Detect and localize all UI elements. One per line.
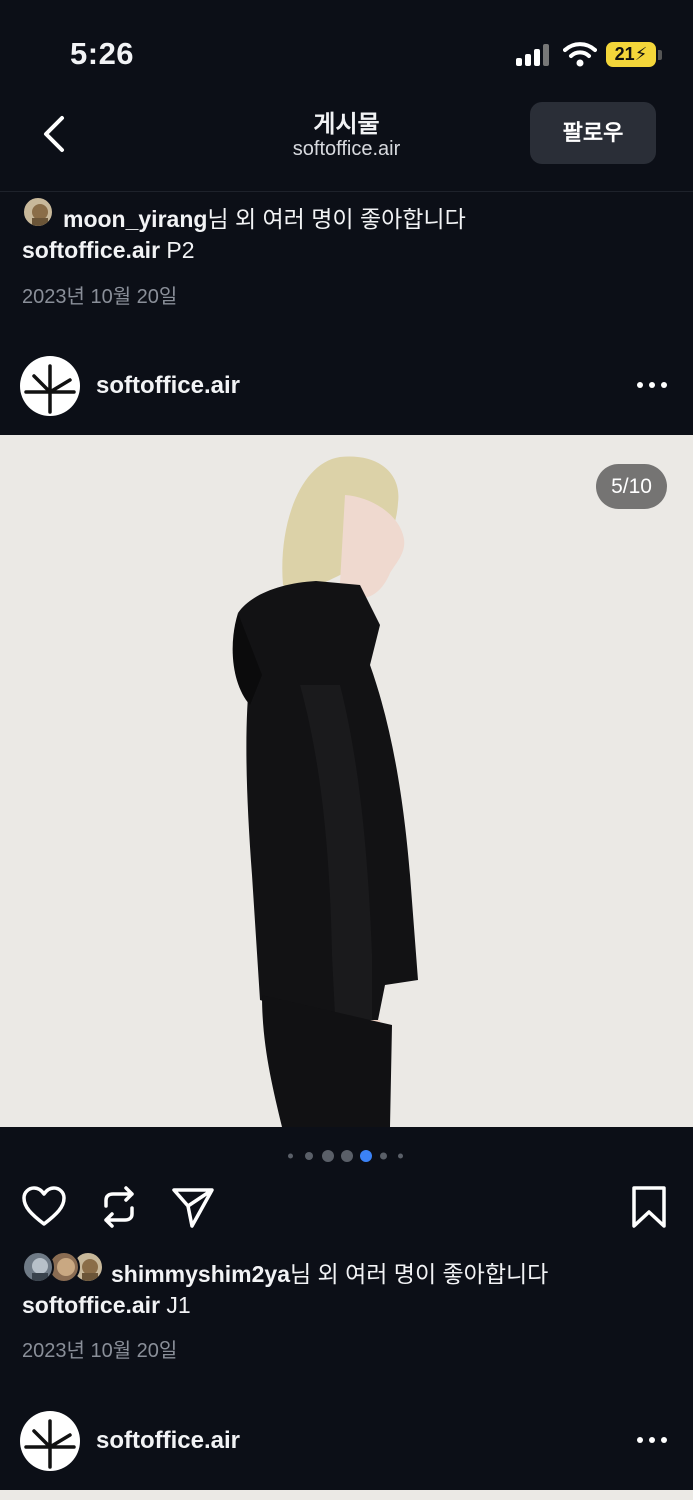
profile-avatar[interactable] — [20, 356, 80, 416]
carousel-counter: 5/10 — [596, 464, 667, 509]
send-icon[interactable] — [170, 1184, 216, 1230]
battery-level: 21 — [614, 44, 635, 64]
carousel-dot-active — [360, 1150, 372, 1162]
more-horizontal-icon[interactable] — [632, 372, 672, 398]
post-caption: softoffice.air J1 — [22, 1292, 191, 1319]
brand-logo-icon — [21, 357, 79, 415]
status-time: 5:26 — [70, 36, 135, 71]
caption-username[interactable]: softoffice.air — [22, 1292, 160, 1318]
status-bar: 5:26 21⚡ — [0, 0, 693, 100]
post-username[interactable]: softoffice.air — [96, 1427, 240, 1455]
avatar[interactable] — [22, 1251, 54, 1283]
carousel-dot — [341, 1150, 353, 1162]
brand-logo-icon — [21, 1412, 79, 1470]
post-actions — [0, 1180, 693, 1232]
caption-text: J1 — [160, 1292, 191, 1318]
follow-button[interactable]: 팔로우 — [530, 102, 656, 164]
more-horizontal-icon[interactable] — [632, 1427, 672, 1453]
charging-bolt-icon: ⚡ — [634, 44, 648, 64]
carousel-dot — [380, 1152, 387, 1160]
bookmark-icon[interactable] — [626, 1184, 672, 1230]
repost-icon[interactable] — [96, 1184, 142, 1230]
next-post-image[interactable] — [0, 1490, 693, 1500]
battery-tip — [658, 50, 662, 60]
caption-text: P2 — [160, 237, 195, 263]
model-photo — [0, 435, 693, 1127]
liked-suffix: 님 외 여러 명이 좋아합니다 — [289, 1261, 549, 1287]
post-header: softoffice.air — [0, 346, 693, 426]
post-header: softoffice.air — [0, 1401, 693, 1481]
post-username[interactable]: softoffice.air — [96, 372, 240, 400]
carousel-dot — [398, 1153, 403, 1159]
liked-by-username[interactable]: shimmyshim2ya — [111, 1261, 290, 1287]
carousel-dot — [305, 1152, 313, 1160]
wifi-icon — [563, 42, 597, 67]
likes-summary: moon_yirang님 외 여러 명이 좋아합니다 — [63, 200, 466, 234]
post-date: 2023년 10월 20일 — [22, 286, 178, 308]
avatar[interactable] — [22, 196, 54, 228]
post-caption: softoffice.air P2 — [22, 237, 195, 264]
heart-icon[interactable] — [21, 1184, 67, 1230]
carousel-dot — [288, 1153, 293, 1159]
carousel-dots — [284, 1150, 414, 1162]
nav-bar: 게시물 softoffice.air 팔로우 — [0, 96, 693, 192]
post-date: 2023년 10월 20일 — [22, 1340, 178, 1362]
cellular-signal-icon — [516, 44, 552, 66]
carousel-dot — [322, 1150, 334, 1162]
post-image[interactable] — [0, 435, 693, 1127]
caption-username[interactable]: softoffice.air — [22, 237, 160, 263]
liked-suffix: 님 외 여러 명이 좋아합니다 — [207, 206, 466, 232]
liked-by-username[interactable]: moon_yirang — [63, 206, 207, 232]
profile-avatar[interactable] — [20, 1411, 80, 1471]
battery-indicator: 21⚡ — [606, 42, 656, 67]
likes-summary: shimmyshim2ya님 외 여러 명이 좋아합니다 — [111, 1255, 548, 1289]
